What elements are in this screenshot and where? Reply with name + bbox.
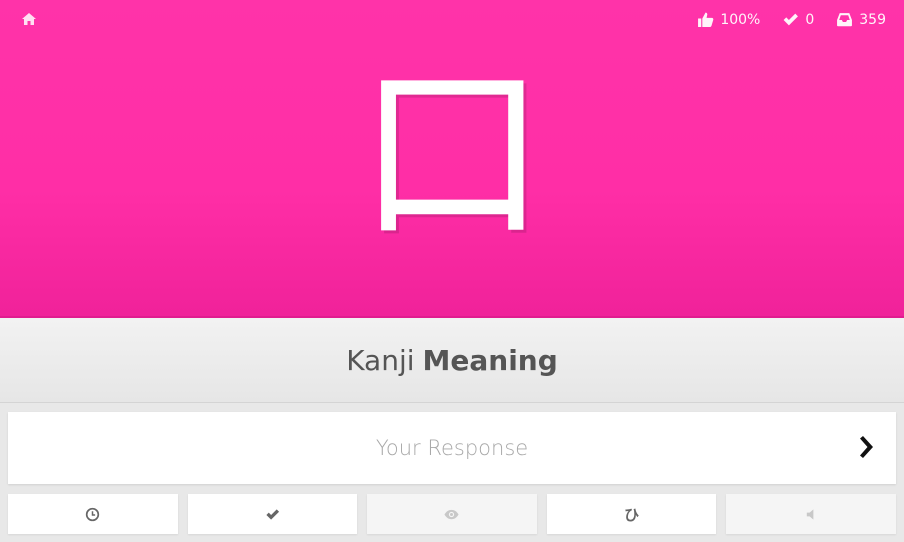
review-stats: 100% 0 359 [697, 11, 886, 28]
kanji-character: 口 [356, 44, 547, 265]
character-panel: 100% 0 359 口 [0, 0, 904, 318]
audio-icon [806, 508, 814, 520]
answer-input[interactable] [8, 412, 838, 484]
thumbs-up-icon [698, 12, 714, 27]
kana-chart-button[interactable]: ひ [546, 494, 717, 534]
remaining-count: 359 [859, 11, 886, 28]
hiragana-icon: ひ [624, 505, 640, 524]
additional-actions: ひ [8, 494, 896, 534]
answer-form [8, 412, 896, 484]
question-type-label: Meaning [422, 343, 558, 377]
percent-correct-value: 100% [720, 11, 761, 28]
completed-stat: 0 [782, 11, 814, 28]
check-icon [266, 508, 279, 520]
chevron-right-icon [860, 436, 873, 458]
clock-icon [86, 507, 100, 521]
remaining-stat: 359 [836, 11, 886, 28]
submit-button[interactable] [854, 436, 878, 460]
home-icon [22, 13, 36, 25]
inbox-icon [837, 13, 853, 27]
item-info-button[interactable] [187, 494, 358, 534]
percent-correct-stat: 100% [697, 11, 760, 28]
eye-icon [444, 509, 460, 519]
last-items-button[interactable] [8, 494, 178, 534]
home-button[interactable] [21, 11, 39, 29]
question-type-prefix: Kanji [346, 343, 415, 377]
audio-button[interactable] [726, 494, 896, 534]
show-answer-button[interactable] [367, 494, 537, 534]
completed-count: 0 [805, 11, 815, 28]
check-icon [783, 13, 799, 26]
question-type: Kanji Meaning [0, 318, 904, 403]
